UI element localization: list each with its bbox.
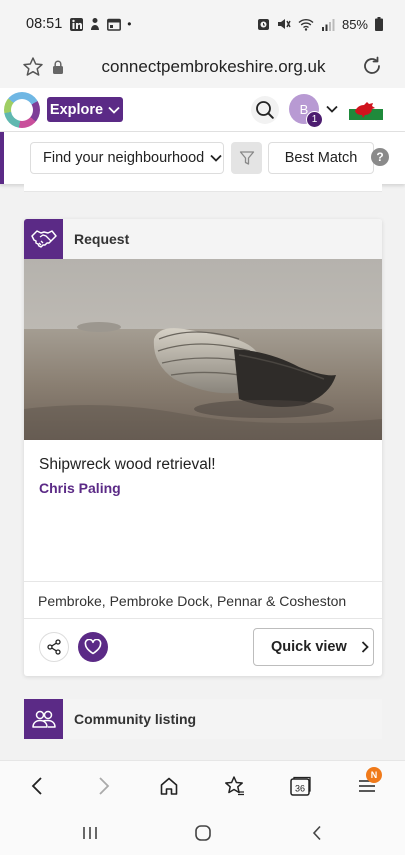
community-people-icon (31, 710, 56, 728)
system-home-icon (195, 825, 211, 841)
listing-type-label: Request (74, 231, 130, 247)
listing-author-link[interactable]: Chris Paling (39, 480, 121, 496)
listing-card[interactable]: Request Shipwreck wood retrieval! Chris … (24, 219, 382, 676)
search-icon[interactable] (250, 95, 280, 125)
mute-icon (277, 19, 291, 29)
status-dot: • (127, 17, 132, 31)
app-icon (91, 18, 100, 30)
sort-dropdown[interactable]: Best Match (268, 142, 374, 174)
chevron-down-icon (108, 106, 120, 114)
forward-button[interactable] (91, 773, 117, 799)
wifi-icon (298, 18, 314, 31)
system-nav-bar (0, 810, 405, 855)
back-arrow-icon (31, 777, 42, 795)
explore-button[interactable]: Explore (47, 97, 123, 122)
listing-card-header: Request (24, 219, 382, 259)
neighbourhood-dropdown[interactable]: Find your neighbourhood (30, 142, 224, 174)
listing-location: Pembroke, Pembroke Dock, Pennar & Coshes… (38, 593, 347, 609)
system-back-button[interactable] (306, 822, 328, 844)
help-icon[interactable]: ? (371, 148, 389, 166)
bookmarks-button[interactable] (222, 773, 248, 799)
handshake-icon (30, 230, 57, 248)
listing-card-2-header[interactable]: Community listing (24, 699, 382, 739)
heart-icon (84, 639, 102, 655)
status-bar: 08:51 • 85% (0, 0, 405, 48)
site-logo[interactable] (4, 92, 40, 128)
bookmarks-star-icon (225, 776, 244, 796)
forward-arrow-icon (99, 777, 110, 795)
tabs-count: 36 (295, 784, 305, 794)
account-chevron-down-icon[interactable] (325, 102, 339, 116)
chevron-right-icon (361, 641, 369, 653)
quick-view-button[interactable]: Quick view (253, 628, 374, 666)
recents-icon (83, 827, 97, 839)
share-button[interactable] (39, 632, 69, 662)
system-back-icon (312, 825, 321, 841)
back-button[interactable] (24, 773, 50, 799)
battery-percent: 85% (341, 16, 368, 32)
share-icon (47, 639, 61, 655)
calendar-icon (107, 18, 122, 31)
status-right-icons: 85% (257, 17, 383, 32)
status-time: 08:51 (26, 16, 63, 32)
listing-image[interactable] (24, 259, 382, 440)
chevron-down-icon (210, 154, 222, 162)
welsh-flag-icon[interactable] (349, 98, 383, 120)
notification-badge: 1 (306, 111, 323, 128)
system-home-button[interactable] (192, 822, 214, 844)
listing-type-icon-box (24, 219, 63, 259)
listing-title[interactable]: Shipwreck wood retrieval! (39, 456, 216, 474)
listing-type-icon-box (24, 699, 63, 739)
previous-card-edge (24, 184, 382, 192)
explore-label: Explore (49, 101, 104, 118)
listing-2-type-label: Community listing (74, 711, 197, 727)
sort-label: Best Match (284, 150, 358, 166)
browser-toolbar: 36 N (0, 760, 405, 810)
home-icon (160, 777, 178, 795)
home-button[interactable] (156, 773, 182, 799)
reload-icon[interactable] (361, 55, 383, 77)
linkedin-icon (70, 17, 84, 31)
tabs-icon: 36 (290, 776, 311, 796)
filter-bar: Find your neighbourhood Best Match ? (0, 132, 405, 184)
quick-view-label: Quick view (271, 639, 347, 655)
signal-icon (321, 18, 335, 31)
battery-icon (375, 17, 383, 31)
alarm-icon (257, 19, 269, 30)
url-text[interactable]: connectpembrokeshire.org.uk (0, 57, 405, 77)
favourite-button[interactable] (78, 632, 108, 662)
tabs-button[interactable]: 36 (288, 773, 314, 799)
listing-location-row: Pembroke, Pembroke Dock, Pennar & Coshes… (24, 581, 382, 619)
site-header: Explore B 1 (0, 88, 405, 132)
neighbourhood-label: Find your neighbourhood (43, 150, 205, 166)
status-left-icons: • (70, 17, 132, 31)
browser-url-bar: connectpembrokeshire.org.uk (0, 48, 405, 88)
recents-button[interactable] (79, 822, 101, 844)
filter-funnel-icon (239, 151, 254, 165)
filter-button[interactable] (231, 142, 262, 174)
menu-notification-badge: N (366, 767, 382, 783)
